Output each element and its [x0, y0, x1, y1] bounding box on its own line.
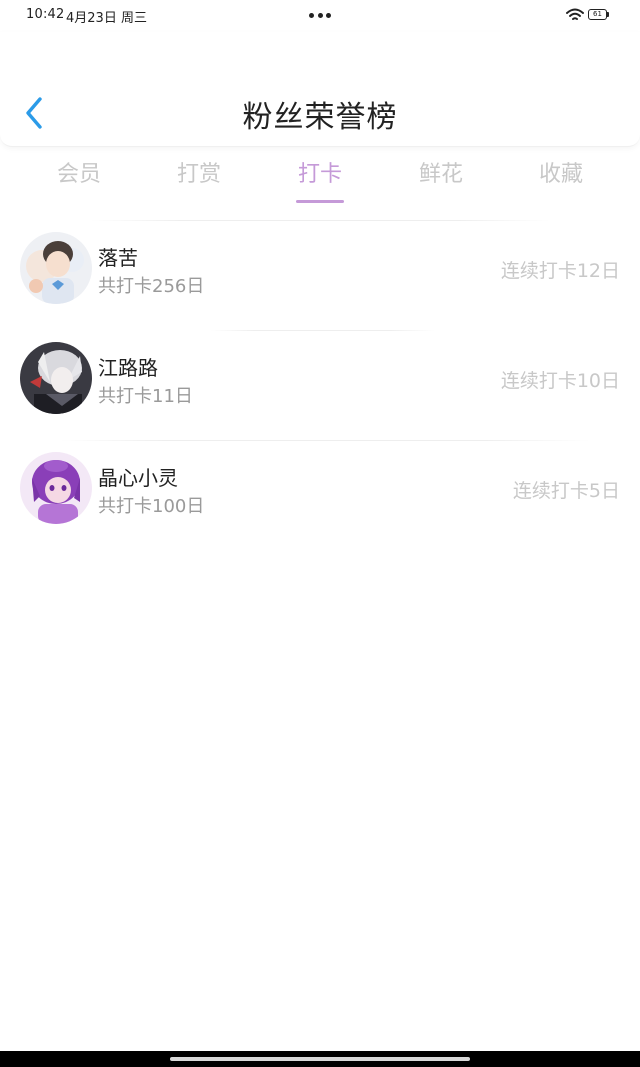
tab-flowers[interactable]: 鲜花 [391, 156, 491, 188]
avatar[interactable] [20, 232, 92, 304]
tab-rewards[interactable]: 打赏 [149, 156, 249, 188]
page-title: 粉丝荣誉榜 [242, 100, 398, 135]
status-bar: 10:42 4月23日 周三 61 [0, 0, 640, 32]
divider [210, 330, 435, 331]
streak-checkins: 连续打卡12日 [500, 260, 620, 282]
home-indicator[interactable] [170, 1057, 470, 1061]
status-time: 10:42 [26, 7, 65, 22]
list-item[interactable]: 江路路 共打卡11日 连续打卡10日 [0, 330, 640, 440]
avatar[interactable] [20, 452, 92, 524]
wifi-icon [566, 8, 584, 20]
tab-active-indicator [296, 200, 344, 203]
total-checkins: 共打卡100日 [98, 496, 205, 517]
system-navigation-bar [0, 1051, 640, 1067]
user-name: 江路路 [98, 356, 158, 380]
avatar[interactable] [20, 342, 92, 414]
battery-icon: 61 [588, 9, 610, 21]
user-name: 晶心小灵 [98, 466, 178, 490]
user-name: 落苦 [98, 246, 138, 270]
tab-checkin[interactable]: 打卡 [270, 156, 370, 188]
streak-checkins: 连续打卡5日 [512, 480, 620, 502]
more-dots-icon[interactable] [309, 13, 331, 19]
list-item[interactable]: 落苦 共打卡256日 连续打卡12日 [0, 220, 640, 330]
total-checkins: 共打卡11日 [98, 386, 193, 407]
status-date: 4月23日 周三 [66, 11, 147, 26]
divider [90, 220, 550, 221]
header: 粉丝荣誉榜 [0, 32, 640, 147]
streak-checkins: 连续打卡10日 [500, 370, 620, 392]
tab-members[interactable]: 会员 [29, 156, 129, 188]
battery-level: 61 [588, 9, 607, 20]
page: 10:42 4月23日 周三 61 粉丝荣誉榜 会员 打赏 打卡 鲜花 收藏 落… [0, 0, 640, 1067]
list-item[interactable]: 晶心小灵 共打卡100日 连续打卡5日 [0, 440, 640, 550]
tab-bar: 会员 打赏 打卡 鲜花 收藏 [0, 152, 640, 208]
total-checkins: 共打卡256日 [98, 276, 205, 297]
divider [60, 440, 590, 441]
tab-favorites[interactable]: 收藏 [511, 156, 611, 188]
